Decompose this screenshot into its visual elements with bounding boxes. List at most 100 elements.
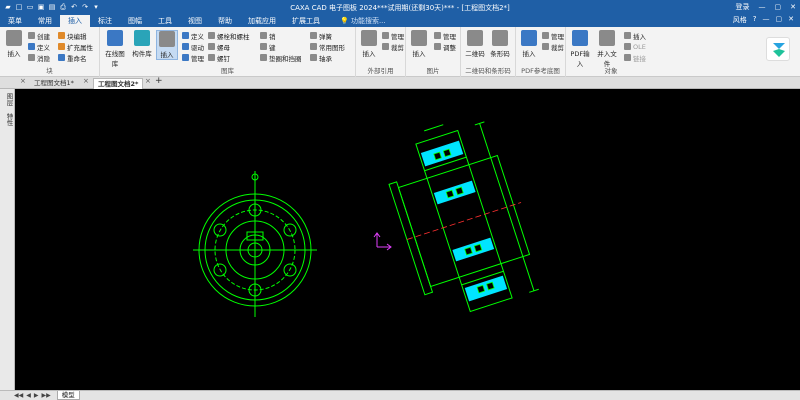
maximize-icon[interactable]: ▢ — [775, 3, 782, 11]
next-layout-icon[interactable]: ▶ — [34, 392, 39, 399]
pdf-input-button[interactable]: PDF输入 — [569, 30, 591, 68]
bolt-screw-label: 螺栓和螺柱 — [217, 32, 250, 41]
caxa-logo-icon — [766, 37, 790, 61]
bolt-screw-dropdown[interactable]: 螺栓和螺柱 — [208, 31, 250, 41]
qrcode-button[interactable]: 二维码 — [464, 30, 486, 58]
doc-tab-1[interactable]: 工程图文档1* — [30, 78, 78, 89]
doc-tab-close-icon[interactable]: × — [20, 77, 26, 85]
image-manage-button[interactable]: 管理 — [434, 31, 456, 41]
layer-panel-tab[interactable]: 图层 — [3, 93, 13, 106]
pin-dropdown[interactable]: 销 — [260, 31, 276, 41]
ribbon-minimize-icon[interactable]: — — [763, 15, 770, 25]
pdf-manage-label: 管理 — [551, 32, 564, 41]
xref-manage-button[interactable]: 管理 — [382, 31, 404, 41]
tab-menu[interactable]: 菜单 — [0, 15, 30, 27]
spring-dropdown[interactable]: 弹簧 — [310, 31, 332, 41]
library-drive-icon — [182, 43, 189, 50]
library-insert-icon — [159, 31, 175, 47]
doc-tab-2[interactable]: 工程图文档2* — [93, 78, 144, 89]
xref-insert-button[interactable]: 插入 — [358, 30, 380, 58]
define-icon — [28, 43, 35, 50]
block-create-button[interactable]: 创建 — [28, 31, 50, 41]
tab-view[interactable]: 视图 — [180, 15, 210, 27]
barcode-button[interactable]: 条形码 — [489, 30, 511, 58]
library-manage-label: 管理 — [191, 54, 204, 63]
ribbon-restore-icon[interactable]: ▢ — [776, 15, 783, 25]
bolt-icon — [208, 32, 215, 39]
login-link[interactable]: 登录 — [736, 2, 750, 12]
library-drive-button[interactable]: 驱动 — [182, 42, 204, 52]
group-barcode: 二维码 条形码 二维码和条形码 — [461, 27, 516, 77]
tab-tools[interactable]: 工具 — [150, 15, 180, 27]
first-layout-icon[interactable]: ◀◀ — [14, 392, 23, 399]
document-tab-bar: × 工程图文档1* × 工程图文档2* × + — [0, 76, 800, 89]
library-define-button[interactable]: 定义 — [182, 31, 204, 41]
group-external-label: 外部引用 — [367, 67, 394, 75]
drawing-canvas[interactable] — [15, 89, 800, 390]
link-button[interactable]: 链接 — [624, 53, 646, 63]
nut-dropdown[interactable]: 螺母 — [208, 42, 230, 52]
tab-extension[interactable]: 扩展工具 — [284, 15, 328, 27]
pdf-insert-label: 插入 — [522, 50, 536, 58]
block-edit-button[interactable]: 块编辑 — [58, 31, 87, 41]
block-insert-label: 插入 — [7, 50, 21, 58]
group-image-label: 图片 — [426, 67, 440, 75]
tab-addins[interactable]: 加载应用 — [240, 15, 284, 27]
help-icon[interactable]: ? — [753, 15, 757, 25]
style-dropdown[interactable]: 风格 — [733, 15, 747, 25]
tab-common[interactable]: 常用 — [30, 15, 60, 27]
pin-icon — [260, 32, 267, 39]
block-insert-button[interactable]: 插入 — [3, 30, 25, 58]
minimize-icon[interactable]: — — [759, 3, 766, 11]
doc-tab-1-close-icon[interactable]: × — [83, 77, 89, 85]
merge-file-button[interactable]: 并入文件 — [596, 30, 618, 68]
bearing-dropdown[interactable]: 轴承 — [310, 53, 332, 63]
image-adjust-button[interactable]: 调整 — [434, 42, 456, 52]
library-insert-button[interactable]: 插入 — [156, 30, 178, 60]
key-dropdown[interactable]: 键 — [260, 42, 276, 52]
tab-sheet[interactable]: 图幅 — [120, 15, 150, 27]
close-icon[interactable]: ✕ — [790, 3, 796, 11]
object-insert-label: 插入 — [633, 32, 646, 41]
tab-help[interactable]: 帮助 — [210, 15, 240, 27]
pdf-input-icon — [572, 30, 588, 46]
extend-attr-button[interactable]: 扩充属性 — [58, 42, 93, 52]
block-define-button[interactable]: 定义 — [28, 42, 50, 52]
image-insert-button[interactable]: 插入 — [408, 30, 430, 58]
block-dissolve-button[interactable]: 消隐 — [28, 53, 50, 63]
last-layout-icon[interactable]: ▶▶ — [41, 392, 50, 399]
doc-tab-2-close-icon[interactable]: × — [145, 77, 151, 85]
tab-insert[interactable]: 插入 — [60, 15, 90, 27]
model-tab[interactable]: 模型 — [56, 391, 80, 400]
component-library-button[interactable]: 构件库 — [131, 30, 153, 58]
pdf-manage-icon — [542, 32, 549, 39]
xref-clip-button[interactable]: 裁剪 — [382, 42, 404, 52]
feature-search[interactable]: 💡 功能搜索... — [328, 15, 386, 27]
common-shape-dropdown[interactable]: 常用图形 — [310, 42, 345, 52]
library-manage-button[interactable]: 管理 — [182, 53, 204, 63]
online-library-button[interactable]: 在线图库 — [104, 30, 126, 68]
rename-icon — [58, 54, 65, 61]
xref-manage-label: 管理 — [391, 32, 404, 41]
pdf-manage-button[interactable]: 管理 — [542, 31, 564, 41]
tab-annotate[interactable]: 标注 — [90, 15, 120, 27]
ole-button[interactable]: OLE — [624, 42, 646, 51]
block-dissolve-label: 消隐 — [37, 54, 50, 63]
barcode-label: 条形码 — [490, 50, 510, 58]
pdf-insert-button[interactable]: 插入 — [518, 30, 540, 58]
new-doc-tab-icon[interactable]: + — [155, 76, 163, 86]
block-edit-label: 块编辑 — [67, 32, 87, 41]
pdf-clip-button[interactable]: 裁剪 — [542, 42, 564, 52]
rename-button[interactable]: 重命名 — [58, 53, 87, 63]
properties-panel-tab[interactable]: 特性 — [3, 113, 13, 126]
prev-layout-icon[interactable]: ◀ — [26, 392, 31, 399]
image-manage-label: 管理 — [443, 32, 456, 41]
ribbon-close-icon[interactable]: ✕ — [788, 15, 794, 25]
rivet-dropdown[interactable]: 螺钉 — [208, 53, 230, 63]
object-insert-button[interactable]: 插入 — [624, 31, 646, 41]
washer-dropdown[interactable]: 垫圈和挡圈 — [260, 53, 302, 63]
xref-manage-icon — [382, 32, 389, 39]
library-define-icon — [182, 32, 189, 39]
link-icon — [624, 54, 631, 61]
group-library-label: 图库 — [221, 67, 234, 75]
